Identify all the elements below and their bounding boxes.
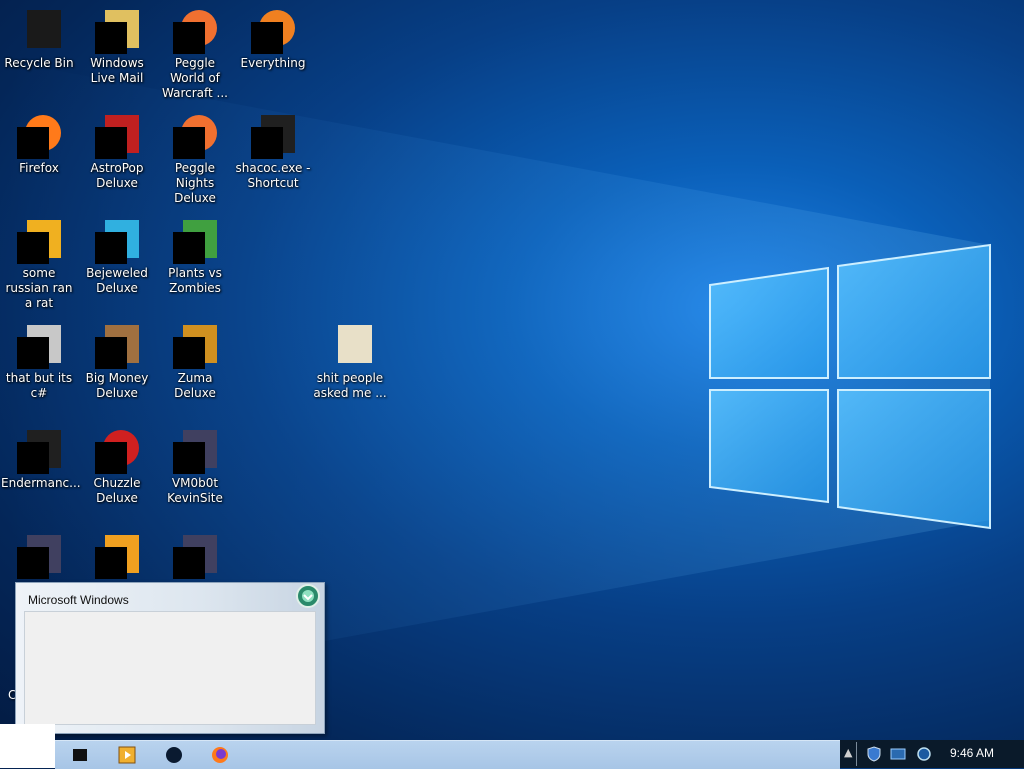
desktop-icon-label: Big Money Deluxe xyxy=(85,371,149,400)
zuma-icon xyxy=(171,321,219,369)
chuzzle-icon xyxy=(93,426,141,474)
desktop-icon-label: Endermanc... xyxy=(1,476,81,490)
media-player-icon[interactable] xyxy=(115,744,139,766)
redaction-block xyxy=(17,337,49,369)
desktop-icon[interactable]: that but its c# xyxy=(0,317,78,417)
desktop-icon[interactable]: Windows Live Mail xyxy=(78,2,156,102)
redaction-block xyxy=(17,232,49,264)
redaction-block xyxy=(95,337,127,369)
redaction-block xyxy=(17,547,49,579)
dark-orb-icon[interactable] xyxy=(162,744,186,766)
desktop-icon-label: some russian ran a rat xyxy=(5,266,73,310)
console-icon xyxy=(249,111,297,159)
desktop-icon[interactable]: Big Money Deluxe xyxy=(78,317,156,417)
redaction-block xyxy=(173,232,205,264)
firefox-icon xyxy=(15,111,63,159)
fish-icon xyxy=(93,531,141,579)
dialog-title: Microsoft Windows xyxy=(28,593,129,607)
desktop-icon[interactable]: Recycle Bin xyxy=(0,2,78,102)
desktop-icon-label: Plants vs Zombies xyxy=(168,266,222,295)
desktop-icon-label: Bejeweled Deluxe xyxy=(86,266,148,295)
desktop-icon[interactable]: shit people asked me ... xyxy=(311,317,389,417)
desktop-icon-label: AstroPop Deluxe xyxy=(90,161,144,190)
desktop-icon-label: Peggle Nights Deluxe xyxy=(174,161,216,205)
redaction-block xyxy=(95,232,127,264)
folder-icon xyxy=(326,321,374,369)
white-region xyxy=(0,724,55,768)
redaction-block xyxy=(173,337,205,369)
recycle-bin-icon xyxy=(15,6,63,54)
plant-icon xyxy=(171,216,219,264)
redaction-block xyxy=(173,22,205,54)
gem-icon xyxy=(93,216,141,264)
taskbar-clock[interactable]: 9:46 AM xyxy=(950,746,994,760)
app-icon xyxy=(171,426,219,474)
app-icon xyxy=(15,531,63,579)
desktop-icon[interactable]: shacoc.exe - Shortcut xyxy=(234,107,312,207)
redaction-block xyxy=(95,22,127,54)
dialog-body xyxy=(24,611,316,725)
desktop-icon[interactable]: some russian ran a rat xyxy=(0,212,78,312)
redaction-block xyxy=(251,127,283,159)
app-icon xyxy=(171,531,219,579)
redaction-block xyxy=(251,22,283,54)
desktop-icon-label: VM0b0t KevinSite xyxy=(167,476,223,505)
redaction-block xyxy=(17,442,49,474)
desktop-icon-label: Zuma Deluxe xyxy=(174,371,216,400)
desktop-icon-label: Chuzzle Deluxe xyxy=(93,476,141,505)
desktop-icon-label: that but its c# xyxy=(5,371,73,400)
desktop-icon[interactable]: Chuzzle Deluxe xyxy=(78,422,156,522)
desktop-icon[interactable]: Endermanc... xyxy=(0,422,81,522)
desktop-icon-label: Everything xyxy=(240,56,306,70)
windows-orb-icon[interactable] xyxy=(295,583,321,609)
game-icon xyxy=(93,111,141,159)
desktop-icon-label: Peggle World of Warcraft ... xyxy=(162,56,228,100)
redaction-block xyxy=(173,127,205,159)
globe-icon[interactable] xyxy=(916,746,932,762)
document-icon xyxy=(15,216,63,264)
microsoft-windows-dialog[interactable]: Microsoft Windows xyxy=(15,582,325,734)
desktop-icon-label: shacoc.exe - Shortcut xyxy=(235,161,311,190)
desktop-icon-label: Windows Live Mail xyxy=(90,56,144,85)
desktop-icon[interactable]: Bejeweled Deluxe xyxy=(78,212,156,312)
desktop-icon-label: Firefox xyxy=(19,161,59,175)
mail-icon xyxy=(93,6,141,54)
desktop-icon[interactable]: Peggle Nights Deluxe xyxy=(156,107,234,207)
copy-icon xyxy=(15,321,63,369)
redaction-block xyxy=(95,442,127,474)
shield-icon[interactable] xyxy=(866,746,882,762)
redaction-block xyxy=(173,442,205,474)
redaction-block xyxy=(95,547,127,579)
desktop-icon[interactable]: AstroPop Deluxe xyxy=(78,107,156,207)
desktop-icon[interactable]: Plants vs Zombies xyxy=(156,212,234,312)
desktop-icon-label: shit people asked me ... xyxy=(313,371,387,400)
show-hidden-icons-chevron-icon[interactable]: ▲ xyxy=(844,746,852,759)
desktop-icon[interactable]: Firefox xyxy=(0,107,78,207)
desktop-icon[interactable]: Peggle World of Warcraft ... xyxy=(156,2,234,102)
system-tray: ▲ 9:46 AM xyxy=(840,740,1024,768)
redaction-block xyxy=(17,127,49,159)
redaction-block xyxy=(95,127,127,159)
desktop-icon[interactable]: Zuma Deluxe xyxy=(156,317,234,417)
search-icon xyxy=(249,6,297,54)
black-box-icon[interactable] xyxy=(68,744,92,766)
desktop-icon[interactable]: VM0b0t KevinSite xyxy=(156,422,234,522)
desktop-icon[interactable]: Everything xyxy=(234,2,312,102)
firefox-icon[interactable] xyxy=(208,744,232,766)
tray-divider xyxy=(856,742,857,766)
taskbar xyxy=(55,740,840,769)
redaction-block xyxy=(173,547,205,579)
peggle-icon xyxy=(171,6,219,54)
desktop-icon-label: Recycle Bin xyxy=(4,56,74,70)
monitor-icon[interactable] xyxy=(890,746,906,762)
money-bag-icon xyxy=(93,321,141,369)
peggle-icon xyxy=(171,111,219,159)
console-icon xyxy=(15,426,63,474)
